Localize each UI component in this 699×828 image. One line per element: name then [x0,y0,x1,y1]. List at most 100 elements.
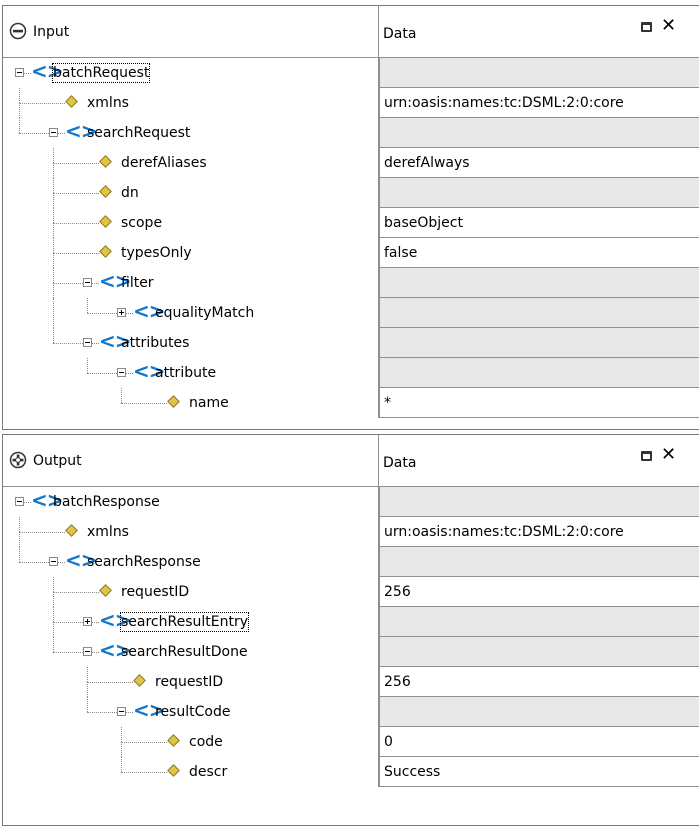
data-cell[interactable]: urn:oasis:names:tc:DSML:2:0:core [379,517,699,547]
tree-connector [87,682,133,683]
attribute-label[interactable]: derefAliases [121,154,207,172]
attribute-label[interactable]: code [189,733,223,751]
maximize-icon[interactable] [641,451,652,461]
attribute-label[interactable]: xmlns [87,523,129,541]
tree-row[interactable]: typesOnly [3,238,378,268]
element-label[interactable]: equalityMatch [155,304,254,322]
close-icon[interactable]: ✕ [661,17,676,35]
output-panel-title: Output [33,453,82,469]
tree-connector [53,223,54,238]
output-panel-header: Output Data ✕ [3,435,699,487]
element-label[interactable]: resultCode [155,703,230,721]
data-cell[interactable] [379,358,699,388]
minus-circle-icon[interactable] [9,22,27,40]
data-cell[interactable] [379,607,699,637]
data-cell[interactable] [379,118,699,148]
collapse-toggle[interactable] [117,368,126,377]
collapse-toggle[interactable] [15,497,24,506]
data-cell[interactable] [379,697,699,727]
collapse-toggle[interactable] [49,557,58,566]
element-label[interactable]: filter [121,274,154,292]
diamond-icon [133,674,146,687]
tree-row[interactable]: <> attributes [3,328,378,358]
attribute-label[interactable]: typesOnly [121,244,192,262]
data-cell[interactable] [379,487,699,517]
tree-row[interactable]: <> batchRequest [3,58,378,88]
data-cell[interactable] [379,178,699,208]
tree-connector [19,562,49,563]
collapse-toggle[interactable] [83,278,92,287]
tree-row[interactable]: <> searchResultDone [3,637,378,667]
data-cell[interactable] [379,547,699,577]
tree-connector [53,652,83,653]
element-label[interactable]: batchResponse [53,493,160,511]
tree-row[interactable]: xmlns [3,517,378,547]
tree-row[interactable]: descr [3,757,378,787]
tree-row[interactable]: scope [3,208,378,238]
data-cell[interactable]: 256 [379,577,699,607]
attribute-label[interactable]: descr [189,763,227,781]
data-cell[interactable]: * [379,388,699,418]
data-cell[interactable] [379,298,699,328]
tree-connector [53,622,83,623]
tree-row[interactable]: <> searchResponse [3,547,378,577]
attribute-label[interactable]: scope [121,214,162,232]
attribute-label[interactable]: name [189,394,229,412]
tree-row[interactable]: requestID [3,577,378,607]
element-label[interactable]: attribute [155,364,216,382]
collapse-toggle[interactable] [83,338,92,347]
output-circle-icon[interactable] [9,451,27,469]
element-label[interactable]: attributes [121,334,189,352]
data-cell[interactable]: baseObject [379,208,699,238]
expand-toggle[interactable] [83,617,92,626]
tree-connector [53,148,54,163]
data-cell[interactable]: derefAlways [379,148,699,178]
data-cell[interactable]: 256 [379,667,699,697]
data-cell[interactable] [379,268,699,298]
tree-row[interactable]: name [3,388,378,418]
attribute-label[interactable]: dn [121,184,139,202]
tree-connector [92,343,99,344]
tree-row[interactable]: <> resultCode [3,697,378,727]
tree-row[interactable]: <> filter [3,268,378,298]
tree-row[interactable]: xmlns [3,88,378,118]
data-cell[interactable] [379,58,699,88]
attribute-label[interactable]: requestID [121,583,189,601]
tree-row[interactable]: <> attribute [3,358,378,388]
tree-connector [121,727,122,742]
maximize-icon[interactable] [641,22,652,32]
tree-row[interactable]: code [3,727,378,757]
data-cell[interactable]: false [379,238,699,268]
element-label[interactable]: batchRequest [51,63,151,83]
data-cell[interactable]: 0 [379,727,699,757]
tree-row[interactable]: <> batchResponse [3,487,378,517]
collapse-toggle[interactable] [49,128,58,137]
collapse-toggle[interactable] [117,707,126,716]
tree-row[interactable]: <> searchResultEntry [3,607,378,637]
element-label[interactable]: searchResultEntry [119,612,250,632]
close-icon[interactable]: ✕ [661,446,676,464]
collapse-toggle[interactable] [83,647,92,656]
tree-connector [121,403,167,404]
data-cell[interactable]: urn:oasis:names:tc:DSML:2:0:core [379,88,699,118]
tree-row[interactable]: derefAliases [3,148,378,178]
tree-row[interactable]: dn [3,178,378,208]
tree-connector [87,697,88,712]
expand-toggle[interactable] [117,308,126,317]
tree-row[interactable]: <> searchRequest [3,118,378,148]
attribute-label[interactable]: requestID [155,673,223,691]
attribute-label[interactable]: xmlns [87,94,129,112]
tree-connector [19,118,20,133]
collapse-toggle[interactable] [15,68,24,77]
tree-row[interactable]: <> equalityMatch [3,298,378,328]
data-cell[interactable] [379,637,699,667]
element-label[interactable]: searchResponse [87,553,201,571]
data-cell[interactable] [379,328,699,358]
tree-connector [53,163,99,164]
data-cell[interactable]: Success [379,757,699,787]
element-label[interactable]: searchResultDone [121,643,248,661]
tree-row[interactable]: requestID [3,667,378,697]
tree-connector [19,532,20,547]
element-label[interactable]: searchRequest [87,124,190,142]
data-cell-value: * [384,395,391,411]
